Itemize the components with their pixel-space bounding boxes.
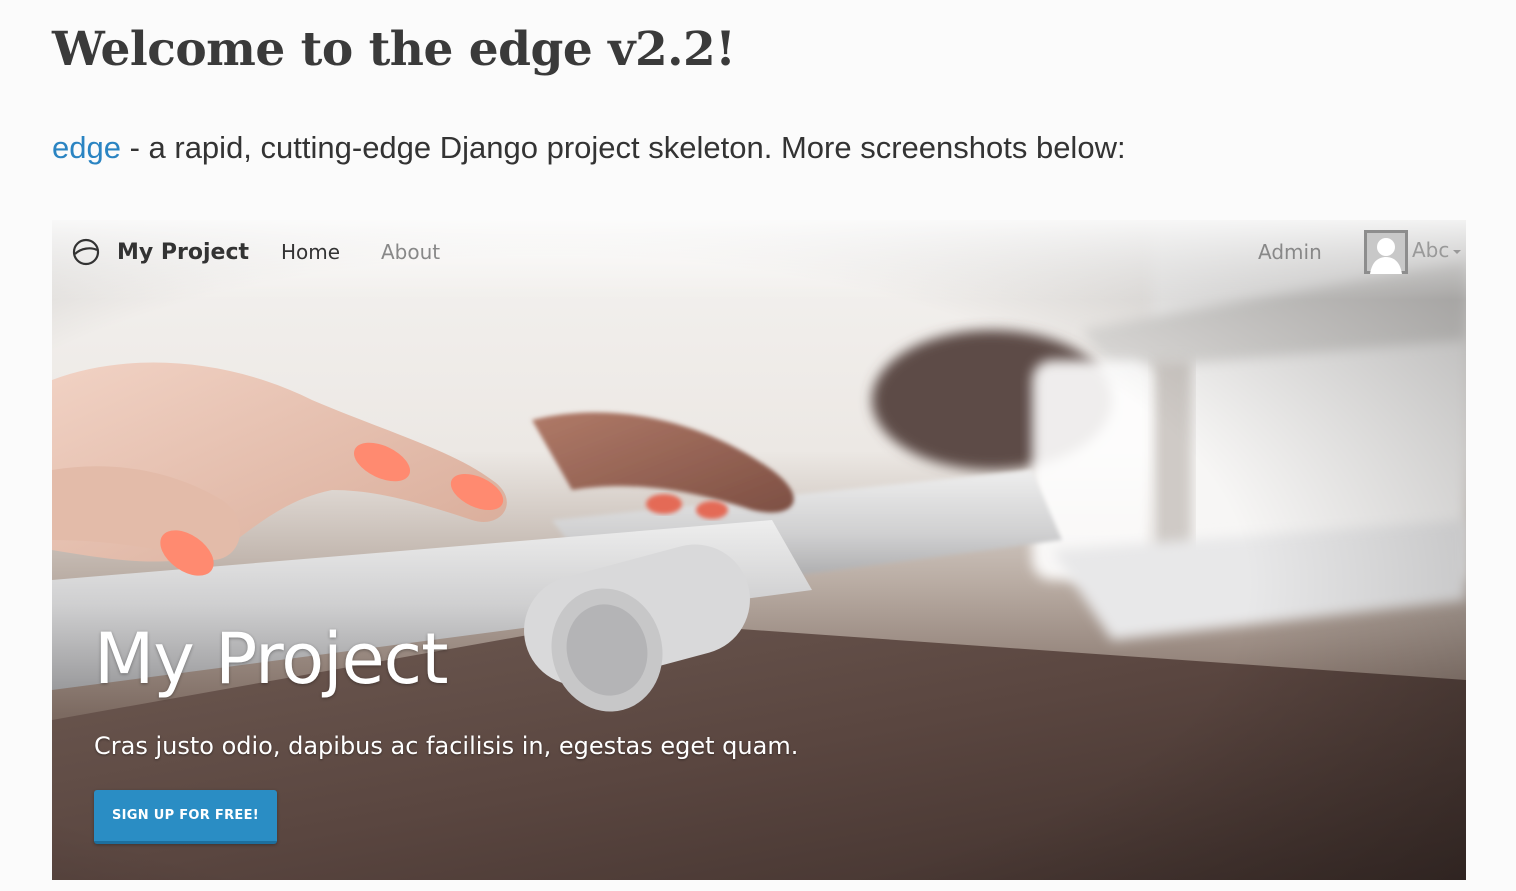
user-menu[interactable]: Abc	[1364, 230, 1462, 274]
caret-down-icon	[1453, 250, 1462, 254]
hero-subtitle: Cras justo odio, dapibus ac facilisis in…	[94, 732, 799, 760]
logo-circle-icon	[72, 238, 100, 266]
project-screenshot: My Project Home About Admin Abc My Proje…	[52, 220, 1466, 880]
nav-about-link[interactable]: About	[381, 238, 440, 266]
brand-name: My Project	[117, 239, 249, 265]
page-title: Welcome to the edge v2.2!	[52, 22, 736, 77]
brand-link[interactable]: My Project	[72, 238, 249, 266]
intro-paragraph: edge - a rapid, cutting-edge Django proj…	[52, 128, 1126, 168]
hero-background-image	[52, 220, 1466, 880]
edge-link[interactable]: edge	[52, 130, 121, 165]
nav-admin-link[interactable]: Admin	[1258, 238, 1322, 266]
hero-title: My Project	[94, 618, 449, 700]
user-name: Abc	[1412, 238, 1450, 262]
signup-button[interactable]: SIGN UP FOR FREE!	[94, 790, 277, 844]
nav-home-link[interactable]: Home	[281, 238, 340, 266]
navbar: My Project Home About Admin Abc	[52, 220, 1466, 284]
user-avatar-icon	[1364, 230, 1408, 274]
intro-text: - a rapid, cutting-edge Django project s…	[120, 130, 1126, 165]
